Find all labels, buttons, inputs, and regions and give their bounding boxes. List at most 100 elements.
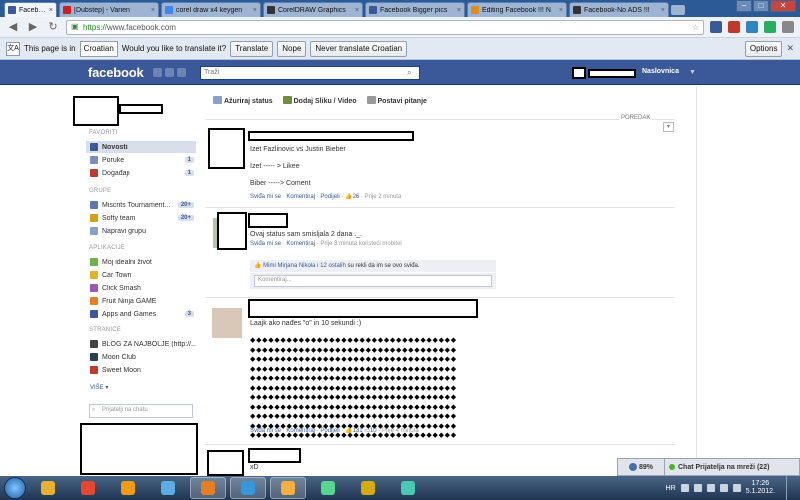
- sidebar-item[interactable]: Napravi grupu: [86, 225, 196, 237]
- start-button[interactable]: [4, 477, 26, 499]
- tab-close-icon[interactable]: ×: [457, 7, 461, 14]
- show-desktop-button[interactable]: [786, 476, 796, 500]
- sidebar-item[interactable]: BLOG ZA NAJBOLJE (http://...: [86, 338, 196, 350]
- taskbar-app-button[interactable]: [70, 477, 106, 499]
- browser-tab[interactable]: Facebook-No ADS !!! ×: [569, 2, 669, 17]
- search-icon[interactable]: ⌕: [407, 68, 417, 78]
- sidebar-item[interactable]: Novosti: [86, 141, 196, 153]
- tab-close-icon[interactable]: ×: [49, 7, 53, 14]
- sort-label[interactable]: POREDAK: [619, 115, 653, 121]
- comment-link[interactable]: Komentiraj: [286, 241, 315, 247]
- update-status-tab[interactable]: Ažuriraj status: [213, 96, 273, 105]
- story-time[interactable]: Prije 4 minuta: [382, 428, 419, 434]
- taskbar-app-button[interactable]: [270, 477, 306, 499]
- wrench-icon[interactable]: [782, 21, 794, 33]
- network-icon[interactable]: [680, 484, 689, 492]
- taskbar-app-button[interactable]: [190, 477, 226, 499]
- clock[interactable]: 17:26 5.1.2012.: [746, 480, 775, 496]
- extension-icon[interactable]: [728, 21, 740, 33]
- taskbar-app-button[interactable]: [350, 477, 386, 499]
- forward-icon[interactable]: ▶: [26, 20, 40, 34]
- maximize-icon[interactable]: □: [753, 0, 769, 12]
- post-thumbnail[interactable]: [212, 308, 242, 338]
- browser-tab[interactable]: corel draw x4 keygen ×: [161, 2, 261, 17]
- extension-icon[interactable]: [746, 21, 758, 33]
- friend-requests-icon[interactable]: [153, 68, 162, 77]
- like-count[interactable]: 131: [353, 428, 363, 434]
- search-input[interactable]: Traži ⌕: [200, 66, 420, 80]
- story-time[interactable]: Prije 3 minuta koristeći mobitel: [320, 241, 401, 247]
- account-dropdown-icon[interactable]: ▼: [689, 69, 696, 76]
- facebook-logo[interactable]: facebook: [88, 65, 144, 80]
- comment-link[interactable]: Komentiraj: [286, 194, 315, 200]
- sidebar-item[interactable]: Fruit Ninja GAME: [86, 295, 196, 307]
- chat-label[interactable]: Chat Prijatelja na mreži (22): [665, 464, 799, 471]
- back-icon[interactable]: ◀: [6, 20, 20, 34]
- like-link[interactable]: Sviđa mi se: [250, 428, 281, 434]
- language-select[interactable]: Croatian: [79, 40, 118, 57]
- tab-close-icon[interactable]: ×: [559, 7, 563, 14]
- taskbar-app-button[interactable]: [310, 477, 346, 499]
- taskbar-app-button[interactable]: [30, 477, 66, 499]
- like-link[interactable]: Sviđa mi se: [250, 194, 281, 200]
- taskbar-app-button[interactable]: [390, 477, 426, 499]
- tab-close-icon[interactable]: ×: [253, 7, 257, 14]
- messages-icon[interactable]: [165, 68, 174, 77]
- comment-input[interactable]: Komentiraj...: [254, 275, 492, 287]
- like-count-icon[interactable]: 👍: [345, 428, 352, 434]
- share-link[interactable]: Podijeli: [320, 194, 339, 200]
- new-tab-button[interactable]: [671, 5, 685, 15]
- close-translate-icon[interactable]: ✕: [786, 43, 794, 54]
- browser-tab[interactable]: [Dubstep] - Varien ×: [59, 2, 159, 17]
- reload-icon[interactable]: ↻: [46, 20, 60, 34]
- sort-dropdown-icon[interactable]: ▾: [663, 122, 674, 132]
- story-time[interactable]: Prije 2 minuta: [365, 194, 402, 200]
- notifications-icon[interactable]: [177, 68, 186, 77]
- sidebar-item[interactable]: Apps and Games 3: [86, 308, 196, 320]
- chat-bar[interactable]: 89% Chat Prijatelja na mreži (22): [617, 458, 800, 476]
- never-translate-button[interactable]: Never translate Croatian: [310, 40, 408, 57]
- comment-count[interactable]: 10: [370, 428, 377, 434]
- browser-tab[interactable]: Facebook ×: [4, 2, 57, 17]
- share-link[interactable]: Podijeli: [320, 428, 339, 434]
- flag-icon[interactable]: [719, 484, 728, 492]
- arrow-icon[interactable]: [732, 484, 741, 492]
- like-link[interactable]: Sviđa mi se: [250, 241, 281, 247]
- sidebar-item[interactable]: Car Town: [86, 269, 196, 281]
- chat-search-input[interactable]: ⌕ Prijatelji na chatu: [89, 404, 193, 418]
- browser-tab[interactable]: Facebook Bigger pics ×: [365, 2, 465, 17]
- address-bar[interactable]: ▣ https:// www.facebook.com ☆: [66, 19, 704, 35]
- volume-icon[interactable]: [693, 484, 702, 492]
- add-photo-tab[interactable]: Dodaj Sliku / Video: [282, 96, 357, 105]
- sidebar-item[interactable]: Moj idealni život: [86, 256, 196, 268]
- like-count[interactable]: 26: [353, 194, 360, 200]
- close-icon[interactable]: ✕: [770, 0, 796, 12]
- sidebar-item[interactable]: Sweet Moon: [86, 364, 196, 376]
- taskbar-app-button[interactable]: [150, 477, 186, 499]
- sidebar-more-link[interactable]: VIŠE ▾: [90, 384, 108, 391]
- nope-button[interactable]: Nope: [277, 40, 307, 57]
- sidebar-item[interactable]: Poruke 1: [86, 154, 196, 166]
- browser-tab[interactable]: Editing Facebook !!! N ×: [467, 2, 567, 17]
- sidebar-item[interactable]: Događaji 1: [86, 167, 196, 179]
- options-button[interactable]: Options: [744, 40, 783, 57]
- power-icon[interactable]: [706, 484, 715, 492]
- sidebar-item[interactable]: Miscrits Tournament... 20+: [86, 199, 196, 211]
- taskbar-app-button[interactable]: [110, 477, 146, 499]
- translate-button[interactable]: Translate: [230, 40, 274, 57]
- extension-icon[interactable]: [710, 21, 722, 33]
- bookmark-star-icon[interactable]: ☆: [692, 23, 699, 32]
- like-count-icon[interactable]: 👍: [345, 194, 352, 200]
- extension-icon[interactable]: [764, 21, 776, 33]
- minimize-icon[interactable]: –: [736, 0, 752, 12]
- tab-close-icon[interactable]: ×: [151, 7, 155, 14]
- comment-link[interactable]: Komentiraj: [286, 428, 315, 434]
- sidebar-item[interactable]: Moon Club: [86, 351, 196, 363]
- tab-close-icon[interactable]: ×: [661, 7, 665, 14]
- sidebar-item[interactable]: Softy team 20+: [86, 212, 196, 224]
- likers-link[interactable]: Mimi Mirjana Nikola i 12 ostalih: [263, 263, 346, 269]
- ask-question-tab[interactable]: Postavi pitanje: [366, 96, 427, 105]
- input-language[interactable]: HR: [666, 485, 676, 492]
- tab-close-icon[interactable]: ×: [355, 7, 359, 14]
- browser-tab[interactable]: CorelDRAW Graphics ×: [263, 2, 363, 17]
